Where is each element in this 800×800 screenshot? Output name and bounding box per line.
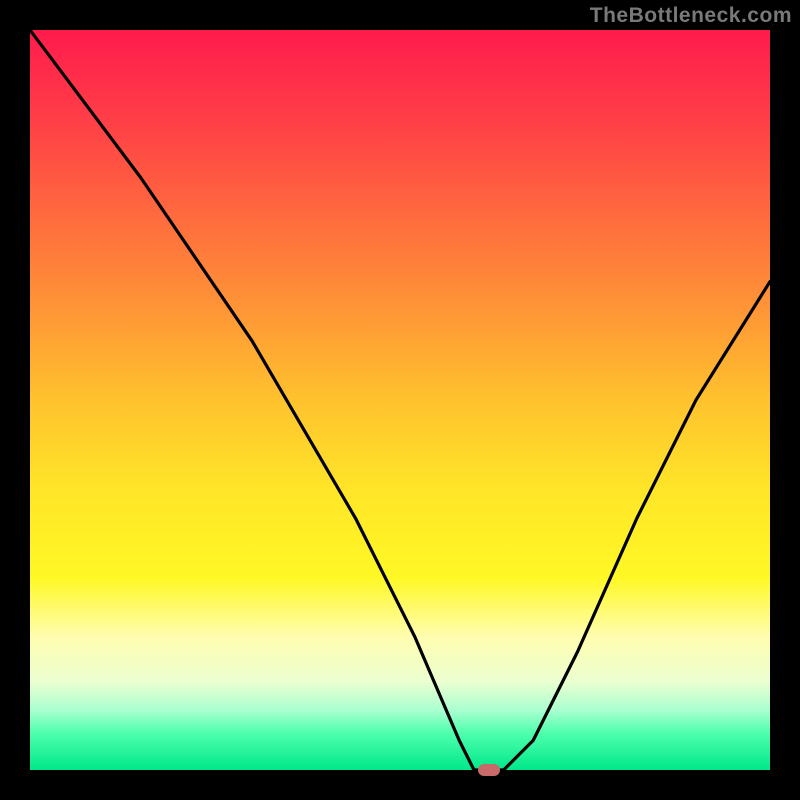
optimal-marker <box>478 764 500 776</box>
attribution-text: TheBottleneck.com <box>590 4 792 28</box>
bottleneck-curve <box>30 30 770 770</box>
plot-area <box>30 30 770 770</box>
chart-frame: TheBottleneck.com <box>0 0 800 800</box>
